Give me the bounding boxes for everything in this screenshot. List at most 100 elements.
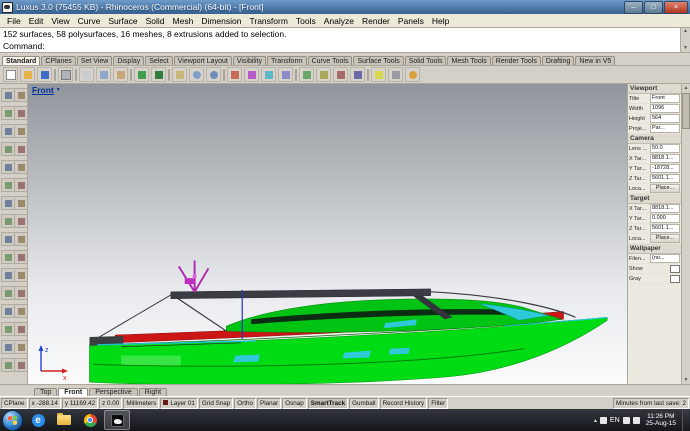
menu-item[interactable]: Mesh — [169, 16, 198, 26]
left-tool-icon[interactable] — [1, 178, 15, 192]
left-tool-icon[interactable] — [1, 160, 15, 174]
scale-icon[interactable] — [261, 67, 276, 82]
status-toggle[interactable]: Planar — [257, 397, 282, 409]
status-toggle[interactable]: Filter — [428, 397, 449, 409]
panel-scrollbar[interactable]: ▲ ▼ — [681, 84, 690, 384]
rotate-icon[interactable] — [244, 67, 259, 82]
viewport-tab[interactable]: Top — [34, 388, 58, 396]
left-tool-icon[interactable] — [14, 178, 27, 192]
menu-item[interactable]: Analyze — [320, 16, 358, 26]
paste-icon[interactable] — [113, 67, 128, 82]
redo-icon[interactable] — [151, 67, 166, 82]
scroll-down-icon[interactable]: ▼ — [683, 45, 688, 52]
left-tool-icon[interactable] — [14, 304, 27, 318]
status-toggle[interactable]: Record History — [379, 397, 428, 409]
toolbar-tab[interactable]: New in V5 — [575, 56, 616, 65]
command-area[interactable]: 152 surfaces, 58 polysurfaces, 16 meshes… — [0, 28, 690, 53]
menu-item[interactable]: Help — [428, 16, 453, 26]
panel-row-value[interactable]: 8818.1... — [650, 154, 680, 163]
left-tool-icon[interactable] — [14, 358, 27, 372]
panel-row-value[interactable]: 50.0 — [650, 144, 680, 153]
join-icon[interactable] — [299, 67, 314, 82]
panel-row-value[interactable]: 0.000 — [650, 214, 680, 223]
left-tool-icon[interactable] — [14, 196, 27, 210]
status-toggle[interactable]: Gumball — [349, 397, 379, 409]
toolbar-tab[interactable]: Set View — [76, 56, 113, 65]
left-tool-icon[interactable] — [1, 124, 15, 138]
left-tool-icon[interactable] — [1, 214, 15, 228]
viewport-tab[interactable]: Right — [138, 388, 168, 396]
new-file-icon[interactable] — [3, 67, 18, 82]
pan-icon[interactable] — [172, 67, 187, 82]
left-tool-icon[interactable] — [14, 322, 27, 336]
left-tool-icon[interactable] — [14, 106, 27, 120]
left-tool-icon[interactable] — [14, 88, 27, 102]
save-icon[interactable] — [37, 67, 52, 82]
layer-selector[interactable]: Layer 01 — [160, 397, 198, 409]
panel-row-value[interactable]: 5601.1... — [650, 174, 680, 183]
toolbar-tab[interactable]: Display — [113, 56, 145, 65]
title-bar[interactable]: Luxus 3.0 (75455 KB) - Rhinoceros (Comme… — [0, 0, 690, 14]
command-input[interactable]: Command: — [0, 40, 681, 52]
menu-item[interactable]: File — [3, 16, 25, 26]
menu-item[interactable]: Curve — [74, 16, 105, 26]
toolbar-tab[interactable]: Visibility — [232, 56, 266, 65]
offset-icon[interactable] — [350, 67, 365, 82]
move-icon[interactable] — [227, 67, 242, 82]
copy-icon[interactable] — [96, 67, 111, 82]
left-tool-icon[interactable] — [14, 160, 27, 174]
menu-item[interactable]: Solid — [142, 16, 169, 26]
left-tool-icon[interactable] — [1, 268, 15, 282]
cut-icon[interactable] — [79, 67, 94, 82]
menu-item[interactable]: Dimension — [197, 16, 245, 26]
toolbar-tab[interactable]: Curve Tools — [307, 56, 353, 65]
start-button[interactable] — [2, 409, 23, 431]
panel-row-value[interactable]: 564 — [650, 114, 680, 123]
menu-item[interactable]: Render — [358, 16, 394, 26]
toolbar-tab[interactable]: Standard — [2, 56, 41, 65]
left-tool-icon[interactable] — [1, 304, 15, 318]
close-button[interactable]: × — [664, 0, 688, 14]
toolbar-tab[interactable]: Select — [145, 56, 173, 65]
panel-row-value[interactable] — [670, 264, 680, 273]
panel-row-value[interactable] — [670, 274, 680, 283]
boat-model[interactable] — [28, 84, 627, 384]
menu-item[interactable]: Transform — [245, 16, 291, 26]
viewport-tab[interactable]: Perspective — [89, 388, 138, 396]
status-toggle[interactable]: Grid Snap — [198, 397, 234, 409]
zoom-extents-icon[interactable] — [206, 67, 221, 82]
menu-item[interactable]: Surface — [104, 16, 141, 26]
left-tool-icon[interactable] — [1, 250, 15, 264]
rhino-icon[interactable] — [104, 410, 130, 430]
left-tool-icon[interactable] — [1, 340, 15, 354]
scroll-up-icon[interactable]: ▲ — [683, 28, 688, 35]
show-desktop-button[interactable] — [682, 409, 689, 431]
zoom-window-icon[interactable] — [189, 67, 204, 82]
command-scrollbar[interactable]: ▲ ▼ — [680, 28, 690, 52]
status-toggle[interactable]: Ortho — [234, 397, 257, 409]
panel-row-value[interactable]: (no... — [650, 254, 680, 263]
left-tool-icon[interactable] — [1, 88, 15, 102]
toolbar-tab[interactable]: Drafting — [541, 56, 575, 65]
menu-item[interactable]: Tools — [292, 16, 320, 26]
layers-icon[interactable] — [371, 67, 386, 82]
scroll-down-icon[interactable]: ▼ — [684, 376, 689, 384]
left-tool-icon[interactable] — [14, 340, 27, 354]
panel-row-value[interactable]: Place... — [650, 184, 680, 193]
status-toggle[interactable]: SmartTrack — [307, 397, 349, 409]
network-icon[interactable] — [622, 416, 630, 424]
scrollbar-thumb[interactable] — [682, 93, 690, 129]
split-icon[interactable] — [333, 67, 348, 82]
cplane-selector[interactable]: CPlane — [1, 397, 28, 409]
status-toggle[interactable]: Osnap — [282, 397, 307, 409]
left-tool-icon[interactable] — [14, 286, 27, 300]
toolbar-tab[interactable]: Render Tools — [491, 56, 541, 65]
mirror-icon[interactable] — [278, 67, 293, 82]
chevron-down-icon[interactable]: ▼ — [56, 87, 61, 93]
left-tool-icon[interactable] — [14, 232, 27, 246]
panel-row-value[interactable]: 1096 — [650, 104, 680, 113]
toolbar-tab[interactable]: CPlanes — [41, 56, 76, 65]
toolbar-tab[interactable]: Transform — [266, 56, 307, 65]
panel-row-value[interactable]: Par... — [650, 124, 680, 133]
toolbar-tab[interactable]: Mesh Tools — [447, 56, 491, 65]
